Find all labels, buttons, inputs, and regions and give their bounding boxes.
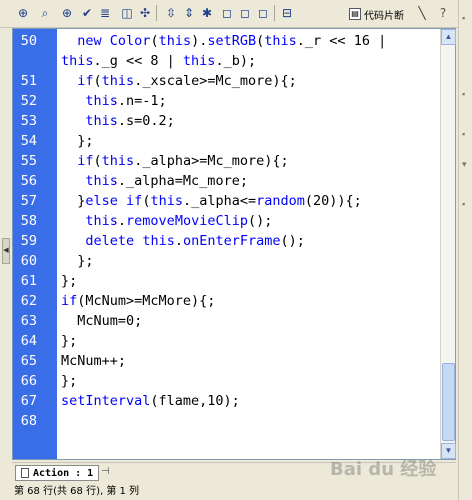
code-line: }; <box>61 273 78 289</box>
code-line: }else if(this._alpha<=random(20)){; <box>61 193 362 209</box>
code-line: }; <box>61 373 78 389</box>
line-number: 56 <box>20 173 37 189</box>
right-panel-strip: ▪ ▪ ▪ ▾ ▪ <box>458 0 472 500</box>
script-editor: 50 51 52 53 54 55 56 57 58 59 60 61 62 63 64 65 66 67 68 n… <box>12 28 456 460</box>
code-line: this.n=-1; <box>85 93 167 109</box>
code-line: if(this._xscale>=Mc_more){; <box>77 73 297 89</box>
code-line: if(McNum>=McMore){; <box>61 293 216 309</box>
line-number: 59 <box>20 233 37 249</box>
tab-label: Action : 1 <box>33 467 94 479</box>
line-number <box>7 51 37 71</box>
scroll-up-button[interactable]: ▲ <box>441 29 456 45</box>
strip-handle-icon: ▪ <box>462 13 466 23</box>
line-number: 63 <box>20 313 37 329</box>
code-line: new Color(this).setRGB(this._r << 16 | <box>77 33 387 49</box>
line-number: 57 <box>20 193 37 209</box>
line-number: 62 <box>20 293 37 309</box>
code-line: McNum=0; <box>61 313 143 329</box>
scroll-thumb[interactable] <box>442 363 455 441</box>
code-line: McNum++; <box>61 353 127 369</box>
comment-block-icon[interactable]: ◻ <box>220 6 234 20</box>
comment-line-icon[interactable]: ◻ <box>238 6 252 20</box>
code-line: this._g << 8 | this._b); <box>61 53 257 69</box>
watermark: Bai du 经验 <box>330 459 437 480</box>
help-icon[interactable]: ? <box>436 6 450 20</box>
target-icon[interactable]: ⊕ <box>60 6 74 20</box>
collapse-between-icon[interactable]: ⇳ <box>164 6 178 20</box>
code-line: this._alpha=Mc_more; <box>85 173 248 189</box>
script-assist-icon[interactable]: ⊟ <box>280 6 294 20</box>
code-line: delete this.onEnterFrame(); <box>85 233 305 249</box>
add-statement-icon[interactable]: ⊕ <box>16 6 30 20</box>
debug-icon[interactable]: ✣ <box>138 6 152 20</box>
line-number: 67 <box>20 393 37 409</box>
strip-handle-icon: ▪ <box>462 199 466 209</box>
line-number: 50 <box>20 33 37 49</box>
scroll-down-button[interactable]: ▼ <box>441 443 456 459</box>
collapse-selection-icon[interactable]: ⇕ <box>182 6 196 20</box>
line-number: 64 <box>20 333 37 349</box>
code-line: }; <box>61 253 94 269</box>
check-syntax-icon[interactable]: ✔ <box>80 6 94 20</box>
line-number: 53 <box>20 113 37 129</box>
strip-handle-icon: ▪ <box>462 89 466 99</box>
vertical-scrollbar[interactable]: ▲ ▼ <box>440 29 456 459</box>
strip-handle-icon: ▪ <box>462 129 466 139</box>
expand-all-icon[interactable]: ✱ <box>200 6 214 20</box>
code-line: }; <box>61 333 78 349</box>
auto-format-icon[interactable]: ≣ <box>98 6 112 20</box>
code-line: setInterval(flame,10); <box>61 393 240 409</box>
line-number: 52 <box>20 93 37 109</box>
line-number: 58 <box>20 213 37 229</box>
tab-action-1[interactable]: Action : 1 <box>15 465 100 481</box>
line-number: 51 <box>20 73 37 89</box>
code-hint-icon[interactable]: ◫ <box>120 6 134 20</box>
code-line: if(this._alpha>=Mc_more){; <box>77 153 289 169</box>
line-number: 60 <box>20 253 37 269</box>
code-area[interactable]: new Color(this).setRGB(this._r << 16 | th… <box>57 29 440 459</box>
line-number: 68 <box>20 413 37 429</box>
line-number: 55 <box>20 153 37 169</box>
action-layer-icon <box>21 468 29 478</box>
code-line: this.removeMovieClip(); <box>85 213 273 229</box>
line-number: 65 <box>20 353 37 369</box>
code-line: this.s=0.2; <box>85 113 175 129</box>
line-number: 54 <box>20 133 37 149</box>
code-snippets-label: 代码片断 <box>364 10 404 22</box>
line-number: 66 <box>20 373 37 389</box>
line-number: 61 <box>20 273 37 289</box>
script-toolbar: ⊕ ⌕ ⊕ ✔ ≣ ◫ ✣ ⇳ ⇕ ✱ ◻ ◻ ◻ ⊟ ▤ 代码片断 ╲ ? <box>0 0 472 28</box>
code-snippets-button[interactable]: ▤ 代码片断 <box>349 5 404 23</box>
strip-handle-icon: ▾ <box>462 159 467 169</box>
snippets-icon: ▤ <box>349 8 361 20</box>
pin-icon[interactable]: ⊣ <box>101 466 110 477</box>
remove-comment-icon[interactable]: ◻ <box>256 6 270 20</box>
code-line: }; <box>61 133 94 149</box>
find-icon[interactable]: ⌕ <box>38 6 52 20</box>
line-number-gutter: 50 51 52 53 54 55 56 57 58 59 60 61 62 63 64 65 66 67 68 <box>13 29 57 459</box>
status-bar: 第 68 行(共 68 行), 第 1 列 <box>0 484 458 500</box>
wand-icon[interactable]: ╲ <box>415 6 429 20</box>
